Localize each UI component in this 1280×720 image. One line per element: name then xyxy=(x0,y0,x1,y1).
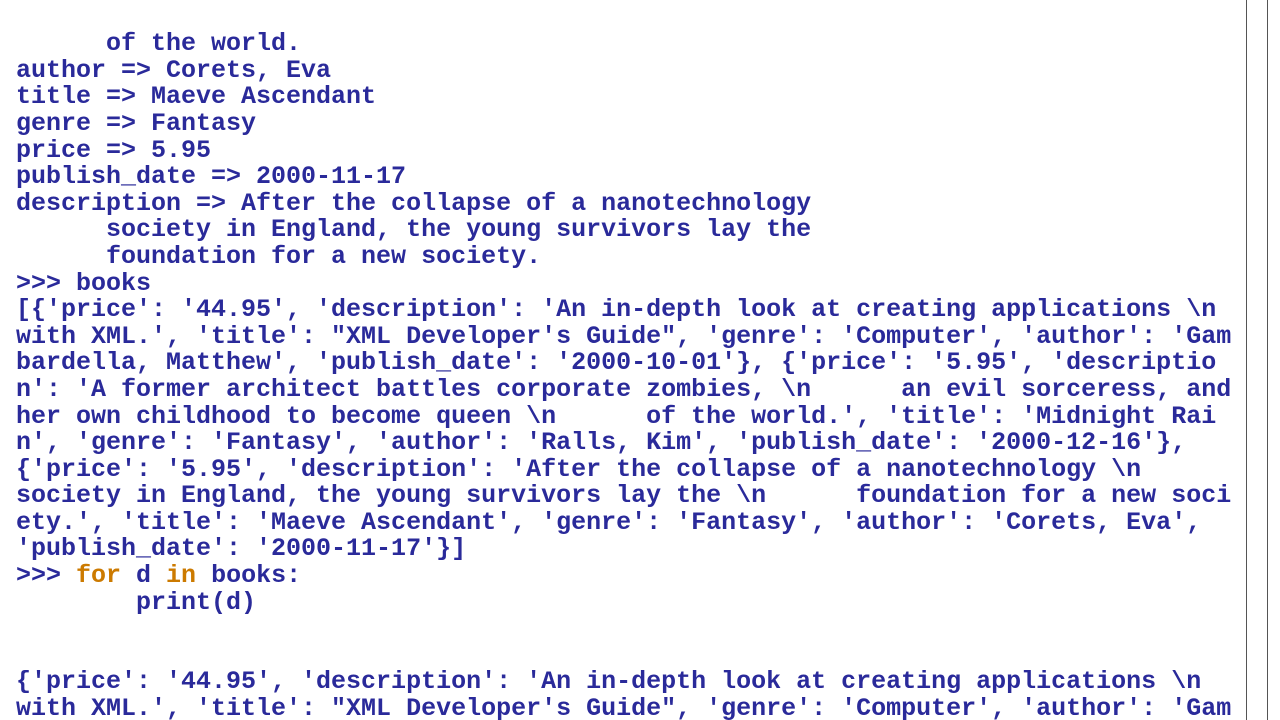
output-line: publish_date => 2000-11-17 xyxy=(16,162,406,191)
output-line: author => Corets, Eva xyxy=(16,56,331,85)
output-line: society in England, the young survivors … xyxy=(16,215,826,244)
repl-prompt: >>> xyxy=(16,561,76,590)
repl-output-area[interactable]: of the world. author => Corets, Eva titl… xyxy=(0,0,1248,720)
output-books-repr: [{'price': '44.95', 'description': 'An i… xyxy=(16,295,1248,563)
output-line: price => 5.95 xyxy=(16,136,211,165)
output-line: of the world. xyxy=(16,29,301,58)
keyword-for: for xyxy=(76,561,121,590)
output-line: description => After the collapse of a n… xyxy=(16,189,826,218)
code-text: print(d) xyxy=(136,588,256,617)
python-repl-window: of the world. author => Corets, Eva titl… xyxy=(0,0,1280,720)
output-line: genre => Fantasy xyxy=(16,109,256,138)
vertical-scrollbar[interactable] xyxy=(1246,0,1268,720)
repl-prompt: >>> xyxy=(16,269,76,298)
keyword-in: in xyxy=(166,561,196,590)
code-text: d xyxy=(121,561,166,590)
output-dict: {'price': '44.95', 'description': 'An in… xyxy=(16,667,1248,720)
indent xyxy=(16,588,136,617)
output-line: foundation for a new society. xyxy=(16,242,541,271)
repl-input-expr: books xyxy=(76,269,151,298)
code-text: books: xyxy=(196,561,301,590)
output-line: title => Maeve Ascendant xyxy=(16,82,376,111)
